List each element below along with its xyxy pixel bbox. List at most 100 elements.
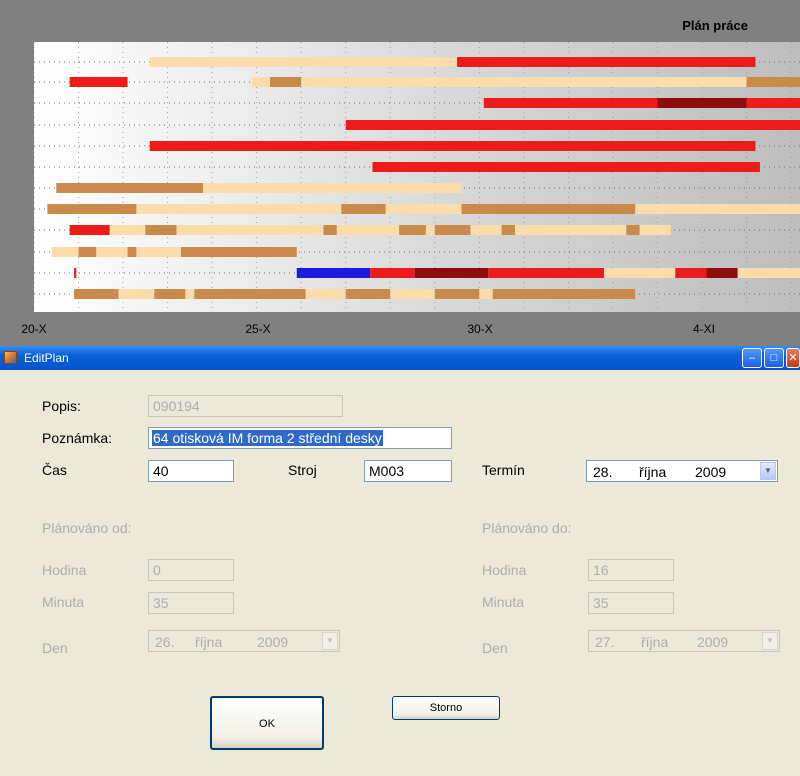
- gantt-bar[interactable]: [626, 225, 640, 235]
- chevron-down-icon[interactable]: ▼: [762, 632, 778, 650]
- od-den-year: 2009: [257, 634, 289, 650]
- gantt-bar[interactable]: [149, 57, 458, 67]
- gantt-bar[interactable]: [69, 77, 128, 87]
- popis-label: Popis:: [42, 398, 81, 414]
- gantt-bar[interactable]: [145, 225, 177, 235]
- gantt-bar[interactable]: [296, 268, 371, 278]
- od-den-month: října: [195, 634, 223, 650]
- gantt-bar[interactable]: [479, 289, 493, 299]
- gantt-bar[interactable]: [737, 268, 800, 278]
- gantt-bar[interactable]: [345, 289, 391, 299]
- do-den-label: Den: [482, 640, 508, 656]
- gantt-bar[interactable]: [301, 77, 747, 87]
- gantt-bar[interactable]: [51, 247, 79, 257]
- gantt-bar[interactable]: [323, 225, 337, 235]
- cas-field[interactable]: 40: [148, 460, 234, 482]
- gantt-bar[interactable]: [185, 289, 195, 299]
- gantt-bar[interactable]: [470, 225, 502, 235]
- gantt-bar[interactable]: [118, 289, 155, 299]
- termin-month: října: [639, 464, 667, 480]
- gantt-bar[interactable]: [385, 204, 462, 214]
- gantt-bar[interactable]: [461, 204, 636, 214]
- gantt-bar[interactable]: [69, 225, 110, 235]
- gantt-bar[interactable]: [414, 268, 489, 278]
- popis-field[interactable]: 090194: [148, 395, 343, 417]
- od-den-date-picker[interactable]: 26. října 2009 ▼: [148, 630, 340, 652]
- gantt-bar[interactable]: [345, 120, 800, 130]
- gantt-bar[interactable]: [96, 247, 128, 257]
- gantt-bar[interactable]: [390, 289, 435, 299]
- gantt-bar[interactable]: [74, 268, 77, 278]
- termin-date-picker[interactable]: 28. října 2009 ▼: [586, 460, 778, 482]
- gantt-bar[interactable]: [675, 268, 707, 278]
- gantt-bar[interactable]: [604, 268, 676, 278]
- gantt-bar[interactable]: [56, 183, 204, 193]
- x-tick-label: 25-X: [245, 322, 271, 336]
- gantt-bar[interactable]: [336, 225, 400, 235]
- do-minuta-field[interactable]: 35: [588, 592, 674, 614]
- termin-label: Termín: [482, 462, 525, 478]
- gantt-bar[interactable]: [78, 247, 97, 257]
- gantt-bar[interactable]: [270, 77, 302, 87]
- gantt-bar[interactable]: [154, 289, 186, 299]
- chevron-down-icon[interactable]: ▼: [760, 462, 776, 480]
- gantt-bar[interactable]: [341, 204, 386, 214]
- close-button[interactable]: ✕: [786, 348, 800, 368]
- gantt-bar[interactable]: [434, 225, 471, 235]
- gantt-bar[interactable]: [657, 98, 747, 108]
- gantt-svg: [34, 42, 800, 312]
- gantt-bar[interactable]: [176, 225, 324, 235]
- gantt-bar[interactable]: [492, 289, 636, 299]
- od-den-label: Den: [42, 640, 68, 656]
- gantt-bar[interactable]: [434, 289, 480, 299]
- chart-plot-area[interactable]: [34, 42, 800, 312]
- gantt-bar[interactable]: [399, 225, 426, 235]
- gantt-bar[interactable]: [74, 289, 119, 299]
- gantt-bar[interactable]: [136, 204, 342, 214]
- gantt-bar[interactable]: [425, 225, 435, 235]
- planovano-do-label: Plánováno do:: [482, 520, 572, 536]
- gantt-bar[interactable]: [149, 141, 756, 151]
- do-minuta-label: Minuta: [482, 594, 525, 610]
- gantt-bar[interactable]: [252, 77, 271, 87]
- minimize-button[interactable]: –: [742, 348, 762, 368]
- gantt-bar[interactable]: [457, 57, 756, 67]
- gantt-bar[interactable]: [305, 289, 346, 299]
- od-hodina-field[interactable]: 0: [148, 559, 234, 581]
- stroj-field[interactable]: M003: [364, 460, 452, 482]
- gantt-bar[interactable]: [488, 268, 605, 278]
- gantt-bar[interactable]: [635, 204, 800, 214]
- termin-year: 2009: [695, 464, 727, 480]
- chevron-down-icon[interactable]: ▼: [322, 632, 338, 650]
- x-tick-label: 20-X: [21, 322, 47, 336]
- gantt-bar[interactable]: [47, 204, 137, 214]
- ok-button[interactable]: OK: [210, 696, 324, 750]
- gantt-bar[interactable]: [136, 247, 181, 257]
- gantt-bar[interactable]: [203, 183, 462, 193]
- gantt-bar[interactable]: [706, 268, 738, 278]
- gantt-bar[interactable]: [746, 77, 800, 87]
- gantt-chart-panel: Plán práce 20-X 25-X 30-X 4-XI: [0, 0, 800, 346]
- maximize-button[interactable]: □: [764, 348, 784, 368]
- stroj-label: Stroj: [288, 462, 317, 478]
- gantt-bar[interactable]: [639, 225, 671, 235]
- od-den-day: 26.: [155, 634, 175, 650]
- gantt-bar[interactable]: [501, 225, 515, 235]
- gantt-bar[interactable]: [372, 162, 760, 172]
- gantt-bar[interactable]: [746, 98, 800, 108]
- gantt-bar[interactable]: [109, 225, 146, 235]
- gantt-bar[interactable]: [370, 268, 415, 278]
- od-hodina-label: Hodina: [42, 562, 87, 578]
- storno-button[interactable]: Storno: [392, 696, 500, 720]
- gantt-bar[interactable]: [483, 98, 658, 108]
- do-hodina-field[interactable]: 16: [588, 559, 674, 581]
- poznamka-field[interactable]: 64 otisková IM forma 2 střední desky: [148, 427, 452, 449]
- window-title-bar[interactable]: EditPlan – □ ✕: [0, 346, 800, 370]
- do-den-date-picker[interactable]: 27. října 2009 ▼: [588, 630, 780, 652]
- gantt-bar[interactable]: [180, 247, 297, 257]
- gantt-bar[interactable]: [514, 225, 627, 235]
- od-minuta-field[interactable]: 35: [148, 592, 234, 614]
- gantt-bar[interactable]: [127, 247, 137, 257]
- do-den-month: října: [641, 634, 669, 650]
- gantt-bar[interactable]: [194, 289, 306, 299]
